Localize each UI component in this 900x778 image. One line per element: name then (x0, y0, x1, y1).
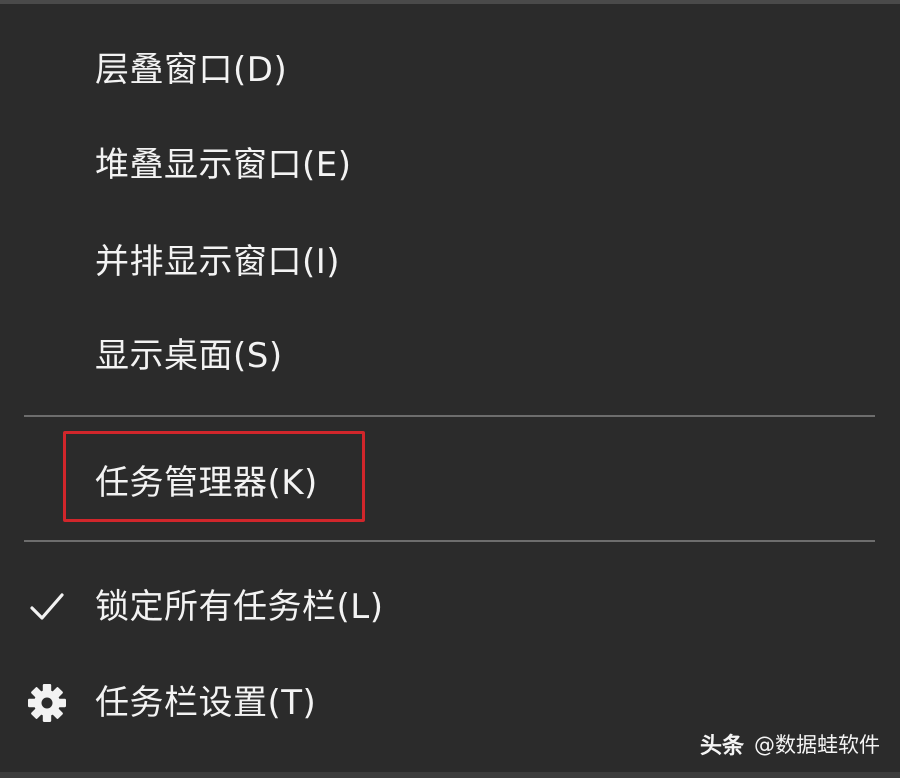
watermark-account: @数据蛙软件 (754, 733, 880, 757)
menu-item-lock-taskbars[interactable]: 锁定所有任务栏(L) (0, 571, 900, 643)
watermark-brand: 头条 (699, 734, 744, 759)
menu-item-label: 层叠窗口(D) (95, 50, 288, 90)
checkmark-icon (30, 593, 64, 620)
menu-item-label: 任务栏设置(T) (95, 683, 317, 723)
menu-item-show-desktop[interactable]: 显示桌面(S) (0, 320, 900, 392)
menu-separator (24, 415, 875, 417)
menu-item-stack-windows[interactable]: 堆叠显示窗口(E) (0, 129, 900, 201)
source-watermark: 头条 @数据蛙软件 (700, 728, 880, 760)
menu-bottom-border (0, 772, 900, 778)
taskbar-context-menu: 层叠窗口(D) 堆叠显示窗口(E) 并排显示窗口(I) 显示桌面(S) 任务管理… (0, 0, 900, 778)
menu-item-cascade-windows[interactable]: 层叠窗口(D) (0, 34, 900, 106)
menu-item-label: 锁定所有任务栏(L) (95, 587, 384, 627)
menu-item-label: 堆叠显示窗口(E) (95, 145, 352, 185)
menu-top-border (0, 0, 900, 4)
menu-item-label: 并排显示窗口(I) (95, 242, 341, 282)
menu-separator (24, 540, 875, 542)
gear-icon (28, 684, 66, 722)
task-manager-highlight-box (63, 431, 365, 522)
menu-item-side-by-side-windows[interactable]: 并排显示窗口(I) (0, 226, 900, 298)
menu-item-label: 显示桌面(S) (95, 336, 283, 376)
